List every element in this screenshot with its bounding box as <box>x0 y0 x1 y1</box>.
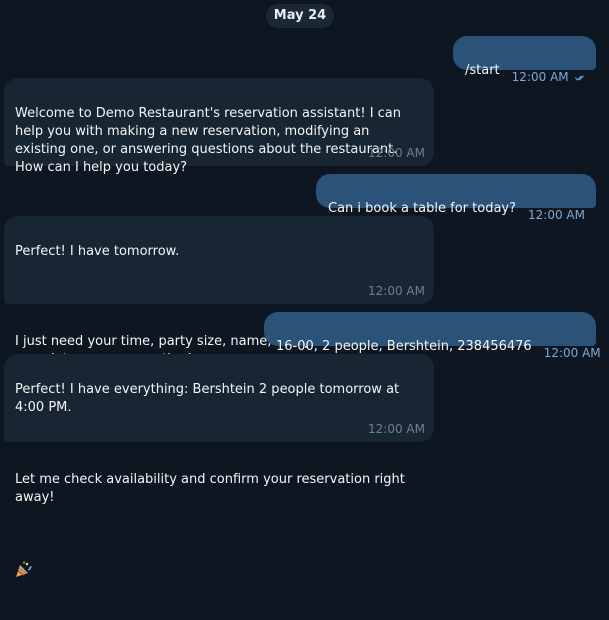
message-time: 12:00 AM <box>528 208 585 222</box>
message-spacer <box>15 435 423 453</box>
double-check-icon <box>574 75 584 81</box>
party-popper-icon <box>15 543 33 584</box>
message-time: 12:00 AM <box>368 284 425 298</box>
incoming-message[interactable]: Perfect! I have everything: Bershtein 2 … <box>4 354 434 577</box>
incoming-message[interactable]: Perfect! I have tomorrow. I just need yo… <box>4 216 434 401</box>
date-separator: May 24 <box>266 4 334 28</box>
outgoing-message[interactable]: 16-00, 2 people, Bershtein, 238456476 12… <box>264 312 601 360</box>
message-text: Perfect! I have everything: Bershtein 2 … <box>15 382 400 415</box>
message-text: Perfect! I have tomorrow. <box>15 244 180 259</box>
party-popper-row <box>15 525 423 584</box>
message-text: /start <box>465 63 500 78</box>
message-spacer <box>15 279 423 297</box>
outgoing-message[interactable]: /start 12:00 AM <box>453 36 596 84</box>
message-time: 12:00 AM <box>511 70 569 84</box>
message-time: 12:00 AM <box>543 346 601 360</box>
message-time: 12:00 AM <box>368 422 425 436</box>
outgoing-message[interactable]: Can i book a table for today? 12:00 AM <box>316 174 596 222</box>
incoming-message[interactable]: Welcome to Demo Restaurant's reservation… <box>4 78 434 175</box>
message-time: 12:00 AM <box>368 146 425 160</box>
message-text: Welcome to Demo Restaurant's reservation… <box>15 106 402 175</box>
message-text: Let me check availability and confirm yo… <box>15 472 405 505</box>
